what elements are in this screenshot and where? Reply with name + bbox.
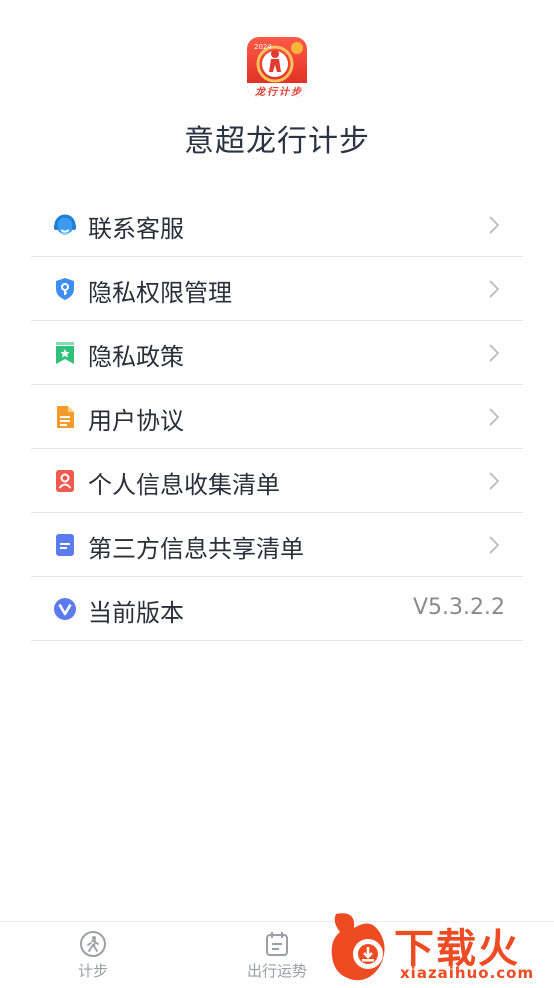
list-doc-icon: [53, 533, 77, 557]
tab-label: 计步: [77, 962, 108, 980]
menu-item-privacy-policy[interactable]: 隐私政策: [31, 321, 523, 385]
settings-menu: 联系客服 隐私权限管理 隐私政策 用户协议 个人信息收集清单 第三方信息共享清单…: [31, 193, 523, 641]
menu-item-label: 第三方信息共享清单: [88, 535, 304, 563]
menu-item-customer-service[interactable]: 联系客服: [31, 193, 523, 257]
menu-item-label: 联系客服: [88, 215, 184, 243]
menu-item-personal-info-list[interactable]: 个人信息收集清单: [31, 449, 523, 513]
chevron-right-icon: [487, 535, 501, 555]
document-icon: [53, 405, 77, 429]
menu-item-label: 当前版本: [88, 599, 184, 627]
menu-item-privacy-permissions[interactable]: 隐私权限管理: [31, 257, 523, 321]
bookmark-star-icon: [53, 341, 77, 365]
chevron-right-icon: [487, 407, 501, 427]
app-logo-year: 2024: [254, 43, 272, 51]
app-logo: 龙行计步 2024: [247, 37, 307, 97]
watermark-domain: xiazaihuo.com: [400, 964, 535, 982]
shield-key-icon: [53, 277, 77, 301]
version-value: V5.3.2.2: [412, 595, 505, 620]
chevron-right-icon: [487, 215, 501, 235]
chevron-right-icon: [487, 279, 501, 299]
version-v-icon: [53, 597, 77, 621]
app-name: 意超龙行计步: [184, 124, 370, 159]
chevron-right-icon: [487, 471, 501, 491]
menu-item-label: 隐私权限管理: [88, 279, 232, 307]
menu-item-current-version[interactable]: 当前版本 V5.3.2.2: [31, 577, 523, 641]
calendar-icon: [263, 930, 291, 958]
tab-travel-fortune[interactable]: 出行运势: [222, 930, 332, 981]
tab-steps[interactable]: 计步: [38, 930, 148, 981]
menu-item-label: 用户协议: [88, 407, 184, 435]
flame-logo-icon: [331, 913, 385, 981]
watermark-logo: 下载火 xiazaihuo.com: [326, 906, 554, 984]
tab-label: 出行运势: [246, 962, 307, 980]
app-logo-text: 龙行计步: [255, 87, 303, 97]
chevron-right-icon: [487, 343, 501, 363]
walking-person-icon: [79, 930, 107, 958]
menu-item-third-party-sharing-list[interactable]: 第三方信息共享清单: [31, 513, 523, 577]
menu-item-user-agreement[interactable]: 用户协议: [31, 385, 523, 449]
person-card-icon: [53, 469, 77, 493]
menu-item-label: 个人信息收集清单: [88, 471, 280, 499]
menu-item-label: 隐私政策: [88, 343, 184, 371]
customer-service-headset-icon: [53, 213, 77, 237]
